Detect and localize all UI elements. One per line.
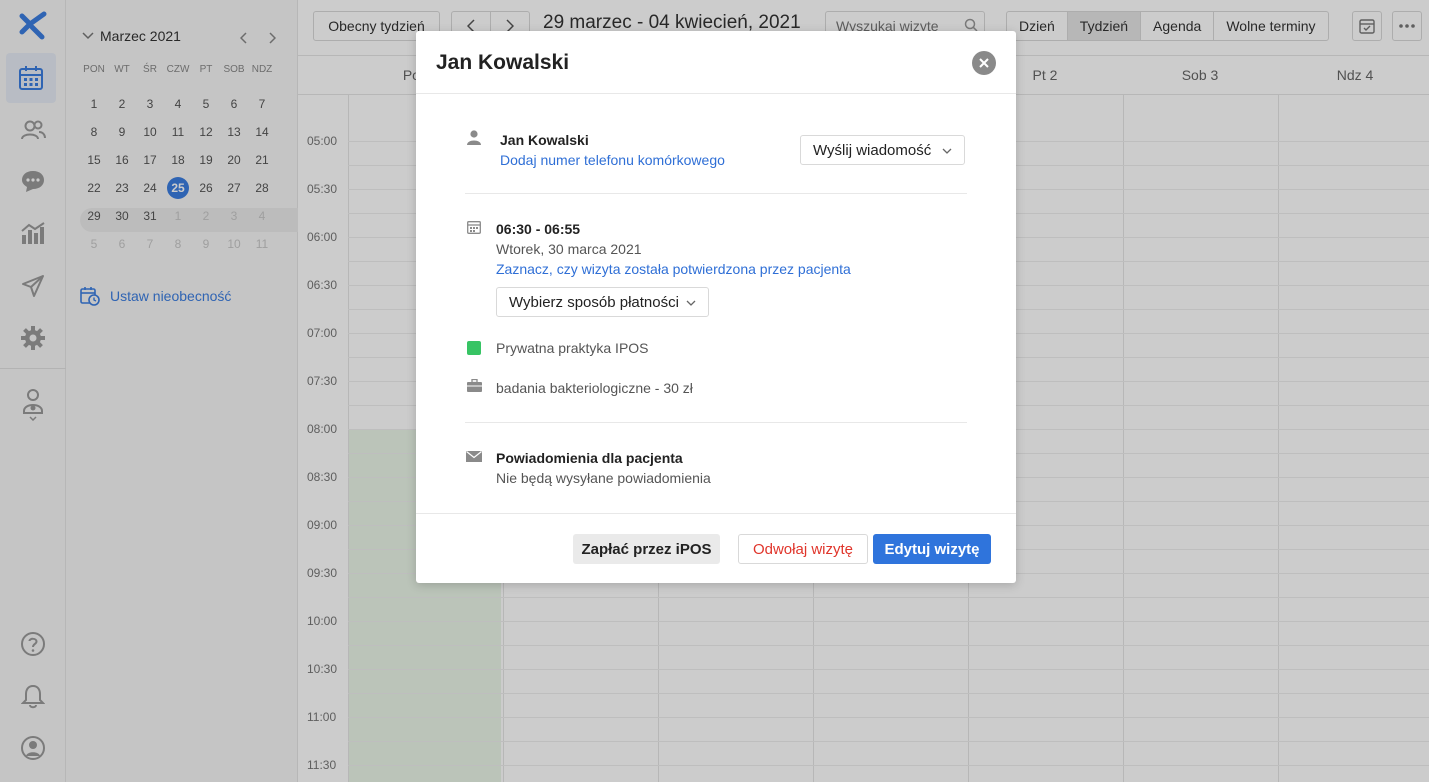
- confirm-appointment-link[interactable]: Zaznacz, czy wizyta została potwierdzona…: [496, 261, 851, 277]
- pay-ipos-button[interactable]: Zapłać przez iPOS: [573, 534, 720, 564]
- person-icon: [467, 130, 481, 145]
- appointment-date: Wtorek, 30 marca 2021: [496, 241, 642, 257]
- section-divider: [465, 193, 967, 194]
- footer-divider: [416, 513, 1016, 514]
- payment-method-dropdown[interactable]: Wybierz sposób płatności: [496, 287, 709, 317]
- practice-color-swatch: [467, 341, 481, 355]
- cancel-appointment-button[interactable]: Odwołaj wizytę: [738, 534, 868, 564]
- envelope-icon: [466, 451, 482, 462]
- close-icon: [979, 58, 989, 68]
- appointment-time: 06:30 - 06:55: [496, 221, 581, 237]
- notifications-status: Nie będą wysyłane powiadomienia: [496, 470, 711, 486]
- edit-appointment-button[interactable]: Edytuj wizytę: [873, 534, 991, 564]
- section-divider: [465, 422, 967, 423]
- title-divider: [416, 93, 1016, 94]
- briefcase-icon: [467, 379, 482, 392]
- service-name: badania bakteriologiczne - 30 zł: [496, 380, 693, 396]
- add-phone-link[interactable]: Dodaj numer telefonu komórkowego: [500, 152, 725, 168]
- notifications-title: Powiadomienia dla pacjenta: [496, 450, 683, 466]
- dialog-title: Jan Kowalski: [436, 51, 570, 74]
- patient-name: Jan Kowalski: [500, 132, 589, 148]
- calendar-icon: [467, 221, 481, 234]
- send-message-label: Wyślij wiadomość: [813, 141, 932, 159]
- close-button[interactable]: [972, 51, 996, 75]
- payment-method-label: Wybierz sposób płatności: [509, 293, 679, 311]
- chevron-down-icon: [686, 300, 696, 306]
- appointment-dialog: Jan Kowalski Jan Kowalski Dodaj numer te…: [416, 31, 1016, 583]
- send-message-dropdown[interactable]: Wyślij wiadomość: [800, 135, 965, 165]
- chevron-down-icon: [942, 148, 952, 154]
- practice-name: Prywatna praktyka IPOS: [496, 340, 649, 356]
